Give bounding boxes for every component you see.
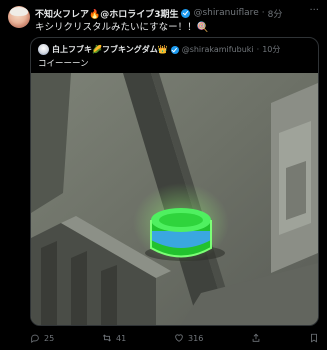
verified-icon — [170, 45, 179, 54]
quoted-tweet[interactable]: 白上フブキ🌽フブキングダム👑 @shirakamifubuki · 10分 コイ… — [30, 37, 319, 326]
like-button[interactable]: 316 — [174, 333, 203, 343]
retweet-button[interactable]: 41 — [102, 333, 126, 343]
quoted-tweet-text: コイーーーン — [38, 59, 89, 69]
quoted-tweet-time: 10分 — [262, 45, 281, 54]
retweet-icon — [102, 334, 112, 342]
quoted-tweet-header: 白上フブキ🌽フブキングダム👑 @shirakamifubuki · 10分 — [52, 43, 312, 56]
like-count: 316 — [188, 333, 204, 343]
tweet-card[interactable]: 不知火フレア🔥@ホロライブ3期生 @shiranuiflare · 8分 ···… — [0, 0, 327, 350]
reply-count: 25 — [44, 333, 55, 343]
more-options-icon[interactable]: ··· — [309, 5, 319, 16]
quoted-author-avatar — [38, 44, 49, 55]
retweet-count: 41 — [116, 333, 127, 343]
quoted-author-name: 白上フブキ🌽フブキングダム👑 — [52, 45, 168, 54]
share-button[interactable] — [251, 333, 261, 343]
quoted-author-handle: @shirakamifubuki — [181, 45, 254, 54]
quoted-media-image[interactable] — [31, 73, 318, 325]
reply-button[interactable]: 25 — [30, 333, 54, 343]
separator-dot: · — [261, 8, 265, 18]
reply-icon — [31, 334, 39, 343]
share-icon — [252, 333, 260, 342]
like-icon — [175, 334, 183, 342]
author-avatar[interactable] — [8, 6, 30, 28]
tweet-header: 不知火フレア🔥@ホロライブ3期生 @shiranuiflare · 8分 — [35, 6, 319, 20]
bookmark-button[interactable] — [309, 333, 319, 343]
author-name[interactable]: 不知火フレア🔥@ホロライブ3期生 — [35, 7, 178, 20]
separator-dot: · — [256, 45, 260, 54]
bookmark-icon — [311, 333, 317, 343]
tweet-actions: 25 41 316 — [30, 331, 319, 345]
tweet-text: キシリクリスタルみたいにすなー！！🍭 — [35, 22, 209, 33]
author-handle[interactable]: @shiranuiflare — [193, 8, 258, 18]
game-scene-image — [31, 73, 318, 325]
verified-icon — [181, 8, 191, 18]
tweet-time[interactable]: 8分 — [268, 7, 283, 20]
